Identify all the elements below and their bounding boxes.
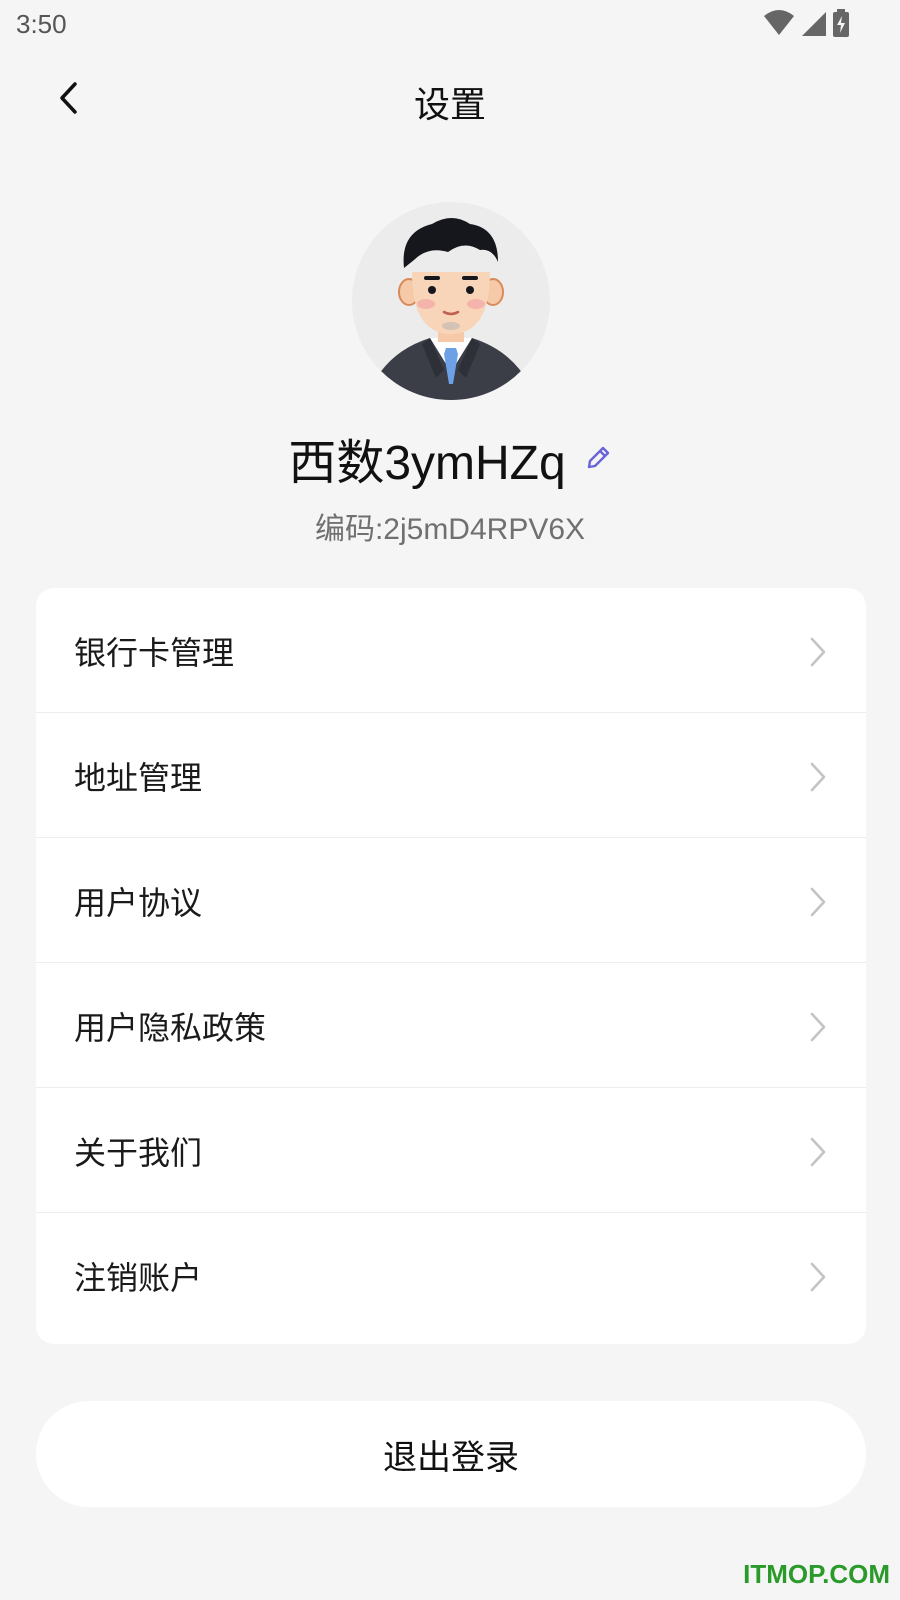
chevron-right-icon	[810, 1137, 826, 1167]
menu-item-delete-account[interactable]: 注销账户	[36, 1213, 866, 1338]
menu-item-address[interactable]: 地址管理	[36, 713, 866, 838]
chevron-right-icon	[810, 1262, 826, 1292]
watermark: ITMOP.COM	[743, 1559, 890, 1589]
menu-item-label: 地址管理	[74, 759, 203, 797]
status-bar: 3:50	[0, 0, 900, 50]
chevron-right-icon	[810, 887, 826, 917]
avatar-illustration	[374, 218, 528, 400]
chevron-right-icon	[810, 1012, 826, 1042]
menu-item-label: 用户协议	[74, 884, 203, 922]
page-title: 设置	[413, 85, 486, 126]
user-name: 西数3ymHZq	[288, 437, 566, 490]
user-code: 编码:2j5mD4RPV6X	[314, 513, 586, 546]
menu-item-about-us[interactable]: 关于我们	[36, 1088, 866, 1213]
status-icons	[764, 9, 850, 37]
wifi-icon	[764, 10, 794, 35]
battery-icon	[833, 9, 849, 37]
menu-item-bank-card[interactable]: 银行卡管理	[36, 588, 866, 713]
nav-bar: 设置	[0, 62, 900, 140]
edit-pencil-icon[interactable]	[584, 444, 612, 472]
logout-button[interactable]: 退出登录	[36, 1401, 866, 1507]
cell-signal-icon	[802, 12, 826, 36]
menu-item-label: 关于我们	[74, 1134, 203, 1172]
menu-item-label: 银行卡管理	[74, 634, 235, 672]
menu-item-privacy-policy[interactable]: 用户隐私政策	[36, 963, 866, 1088]
chevron-right-icon	[810, 762, 826, 792]
chevron-right-icon	[810, 637, 826, 667]
menu-item-user-agreement[interactable]: 用户协议	[36, 838, 866, 963]
settings-menu: 银行卡管理 地址管理 用户协议 用户隐私政策 关于我们 注销账户	[36, 588, 866, 1344]
menu-item-label: 用户隐私政策	[74, 1009, 267, 1047]
menu-item-label: 注销账户	[74, 1259, 203, 1297]
status-time: 3:50	[16, 9, 67, 39]
name-row: 西数3ymHZq	[0, 426, 900, 490]
avatar[interactable]	[352, 202, 550, 400]
